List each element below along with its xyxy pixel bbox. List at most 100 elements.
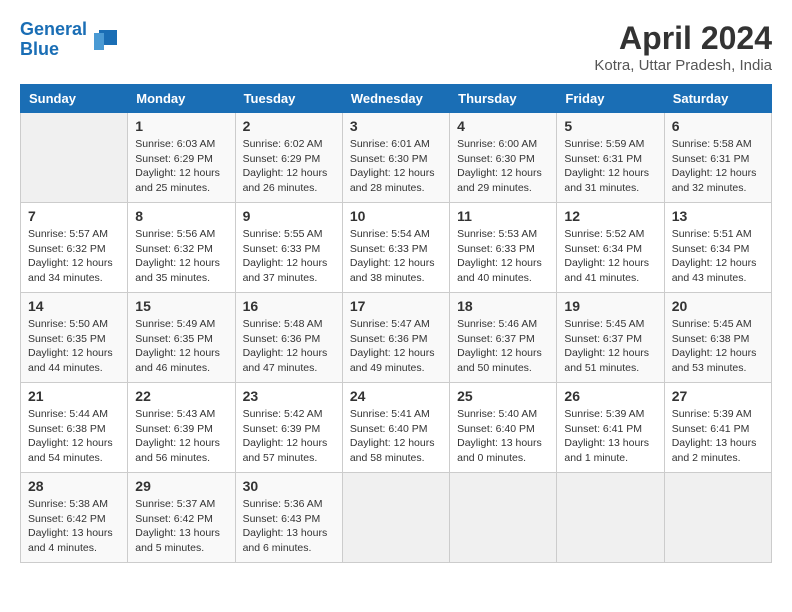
day-number: 21 — [28, 388, 120, 404]
day-number: 19 — [564, 298, 656, 314]
day-info: Sunrise: 5:55 AM Sunset: 6:33 PM Dayligh… — [243, 227, 335, 286]
calendar-cell: 25 Sunrise: 5:40 AM Sunset: 6:40 PM Dayli… — [450, 383, 557, 473]
day-number: 8 — [135, 208, 227, 224]
day-info: Sunrise: 6:00 AM Sunset: 6:30 PM Dayligh… — [457, 137, 549, 196]
day-info: Sunrise: 6:03 AM Sunset: 6:29 PM Dayligh… — [135, 137, 227, 196]
day-number: 6 — [672, 118, 764, 134]
day-number: 12 — [564, 208, 656, 224]
calendar-week-row: 28 Sunrise: 5:38 AM Sunset: 6:42 PM Dayli… — [21, 473, 772, 563]
calendar-cell — [342, 473, 449, 563]
calendar-cell: 13 Sunrise: 5:51 AM Sunset: 6:34 PM Dayli… — [664, 203, 771, 293]
day-info: Sunrise: 5:38 AM Sunset: 6:42 PM Dayligh… — [28, 497, 120, 556]
calendar-cell: 5 Sunrise: 5:59 AM Sunset: 6:31 PM Daylig… — [557, 113, 664, 203]
calendar-cell: 16Sunrise: 5:48 AM Sunset: 6:36 PM Dayli… — [235, 293, 342, 383]
logo-line2: Blue — [20, 39, 59, 59]
day-info: Sunrise: 5:54 AM Sunset: 6:33 PM Dayligh… — [350, 227, 442, 286]
day-info: Sunrise: 5:39 AM Sunset: 6:41 PM Dayligh… — [672, 407, 764, 466]
day-number: 26 — [564, 388, 656, 404]
day-number: 28 — [28, 478, 120, 494]
day-info: Sunrise: 5:59 AM Sunset: 6:31 PM Dayligh… — [564, 137, 656, 196]
calendar-cell: 1Sunrise: 6:03 AM Sunset: 6:29 PM Daylig… — [128, 113, 235, 203]
calendar-cell: 10 Sunrise: 5:54 AM Sunset: 6:33 PM Dayli… — [342, 203, 449, 293]
day-number: 20 — [672, 298, 764, 314]
day-number: 10 — [350, 208, 442, 224]
day-number: 23 — [243, 388, 335, 404]
day-number: 15 — [135, 298, 227, 314]
weekday-header: Saturday — [664, 85, 771, 113]
calendar-cell: 20 Sunrise: 5:45 AM Sunset: 6:38 PM Dayli… — [664, 293, 771, 383]
title-block: April 2024 Kotra, Uttar Pradesh, India — [594, 20, 772, 74]
day-info: Sunrise: 5:50 AM Sunset: 6:35 PM Dayligh… — [28, 317, 120, 376]
calendar-cell: 9 Sunrise: 5:55 AM Sunset: 6:33 PM Daylig… — [235, 203, 342, 293]
calendar-cell — [21, 113, 128, 203]
calendar-cell: 4 Sunrise: 6:00 AM Sunset: 6:30 PM Daylig… — [450, 113, 557, 203]
day-info: Sunrise: 5:48 AM Sunset: 6:36 PM Dayligh… — [243, 317, 335, 376]
weekday-header: Thursday — [450, 85, 557, 113]
weekday-header: Monday — [128, 85, 235, 113]
day-info: Sunrise: 5:49 AM Sunset: 6:35 PM Dayligh… — [135, 317, 227, 376]
day-number: 18 — [457, 298, 549, 314]
day-number: 11 — [457, 208, 549, 224]
day-number: 27 — [672, 388, 764, 404]
day-info: Sunrise: 5:44 AM Sunset: 6:38 PM Dayligh… — [28, 407, 120, 466]
day-info: Sunrise: 5:41 AM Sunset: 6:40 PM Dayligh… — [350, 407, 442, 466]
calendar-cell: 14 Sunrise: 5:50 AM Sunset: 6:35 PM Dayli… — [21, 293, 128, 383]
calendar-cell: 8 Sunrise: 5:56 AM Sunset: 6:32 PM Daylig… — [128, 203, 235, 293]
day-number: 7 — [28, 208, 120, 224]
day-info: Sunrise: 5:47 AM Sunset: 6:36 PM Dayligh… — [350, 317, 442, 376]
day-number: 9 — [243, 208, 335, 224]
calendar-table: SundayMondayTuesdayWednesdayThursdayFrid… — [20, 84, 772, 563]
calendar-header-row: SundayMondayTuesdayWednesdayThursdayFrid… — [21, 85, 772, 113]
day-info: Sunrise: 5:57 AM Sunset: 6:32 PM Dayligh… — [28, 227, 120, 286]
weekday-header: Tuesday — [235, 85, 342, 113]
calendar-cell: 27 Sunrise: 5:39 AM Sunset: 6:41 PM Dayli… — [664, 383, 771, 473]
calendar-cell: 30Sunrise: 5:36 AM Sunset: 6:43 PM Dayli… — [235, 473, 342, 563]
month-title: April 2024 — [594, 20, 772, 57]
calendar-cell: 21 Sunrise: 5:44 AM Sunset: 6:38 PM Dayli… — [21, 383, 128, 473]
calendar-cell — [557, 473, 664, 563]
logo-text: General Blue — [20, 20, 87, 60]
calendar-cell: 12Sunrise: 5:52 AM Sunset: 6:34 PM Dayli… — [557, 203, 664, 293]
day-info: Sunrise: 5:40 AM Sunset: 6:40 PM Dayligh… — [457, 407, 549, 466]
calendar-cell: 28 Sunrise: 5:38 AM Sunset: 6:42 PM Dayli… — [21, 473, 128, 563]
day-number: 14 — [28, 298, 120, 314]
day-number: 2 — [243, 118, 335, 134]
day-info: Sunrise: 6:01 AM Sunset: 6:30 PM Dayligh… — [350, 137, 442, 196]
day-number: 17 — [350, 298, 442, 314]
calendar-cell: 18 Sunrise: 5:46 AM Sunset: 6:37 PM Dayli… — [450, 293, 557, 383]
day-info: Sunrise: 5:56 AM Sunset: 6:32 PM Dayligh… — [135, 227, 227, 286]
day-number: 24 — [350, 388, 442, 404]
calendar-cell: 3 Sunrise: 6:01 AM Sunset: 6:30 PM Daylig… — [342, 113, 449, 203]
day-info: Sunrise: 5:43 AM Sunset: 6:39 PM Dayligh… — [135, 407, 227, 466]
calendar-cell: 15 Sunrise: 5:49 AM Sunset: 6:35 PM Dayli… — [128, 293, 235, 383]
calendar-cell: 2 Sunrise: 6:02 AM Sunset: 6:29 PM Daylig… — [235, 113, 342, 203]
day-info: Sunrise: 5:39 AM Sunset: 6:41 PM Dayligh… — [564, 407, 656, 466]
weekday-header: Wednesday — [342, 85, 449, 113]
calendar-cell: 11 Sunrise: 5:53 AM Sunset: 6:33 PM Dayli… — [450, 203, 557, 293]
calendar-cell: 24 Sunrise: 5:41 AM Sunset: 6:40 PM Dayli… — [342, 383, 449, 473]
day-number: 4 — [457, 118, 549, 134]
day-number: 25 — [457, 388, 549, 404]
day-info: Sunrise: 5:46 AM Sunset: 6:37 PM Dayligh… — [457, 317, 549, 376]
day-number: 13 — [672, 208, 764, 224]
location-subtitle: Kotra, Uttar Pradesh, India — [594, 57, 772, 74]
calendar-cell: 17 Sunrise: 5:47 AM Sunset: 6:36 PM Dayli… — [342, 293, 449, 383]
day-number: 5 — [564, 118, 656, 134]
day-number: 3 — [350, 118, 442, 134]
logo-icon — [89, 25, 119, 55]
logo: General Blue — [20, 20, 119, 60]
logo-line1: General — [20, 19, 87, 39]
day-info: Sunrise: 5:51 AM Sunset: 6:34 PM Dayligh… — [672, 227, 764, 286]
calendar-cell: 19Sunrise: 5:45 AM Sunset: 6:37 PM Dayli… — [557, 293, 664, 383]
calendar-cell: 26 Sunrise: 5:39 AM Sunset: 6:41 PM Dayli… — [557, 383, 664, 473]
day-info: Sunrise: 5:58 AM Sunset: 6:31 PM Dayligh… — [672, 137, 764, 196]
calendar-cell — [664, 473, 771, 563]
day-info: Sunrise: 6:02 AM Sunset: 6:29 PM Dayligh… — [243, 137, 335, 196]
day-info: Sunrise: 5:37 AM Sunset: 6:42 PM Dayligh… — [135, 497, 227, 556]
day-info: Sunrise: 5:42 AM Sunset: 6:39 PM Dayligh… — [243, 407, 335, 466]
day-number: 22 — [135, 388, 227, 404]
day-info: Sunrise: 5:53 AM Sunset: 6:33 PM Dayligh… — [457, 227, 549, 286]
calendar-week-row: 1Sunrise: 6:03 AM Sunset: 6:29 PM Daylig… — [21, 113, 772, 203]
weekday-header: Sunday — [21, 85, 128, 113]
day-info: Sunrise: 5:45 AM Sunset: 6:38 PM Dayligh… — [672, 317, 764, 376]
